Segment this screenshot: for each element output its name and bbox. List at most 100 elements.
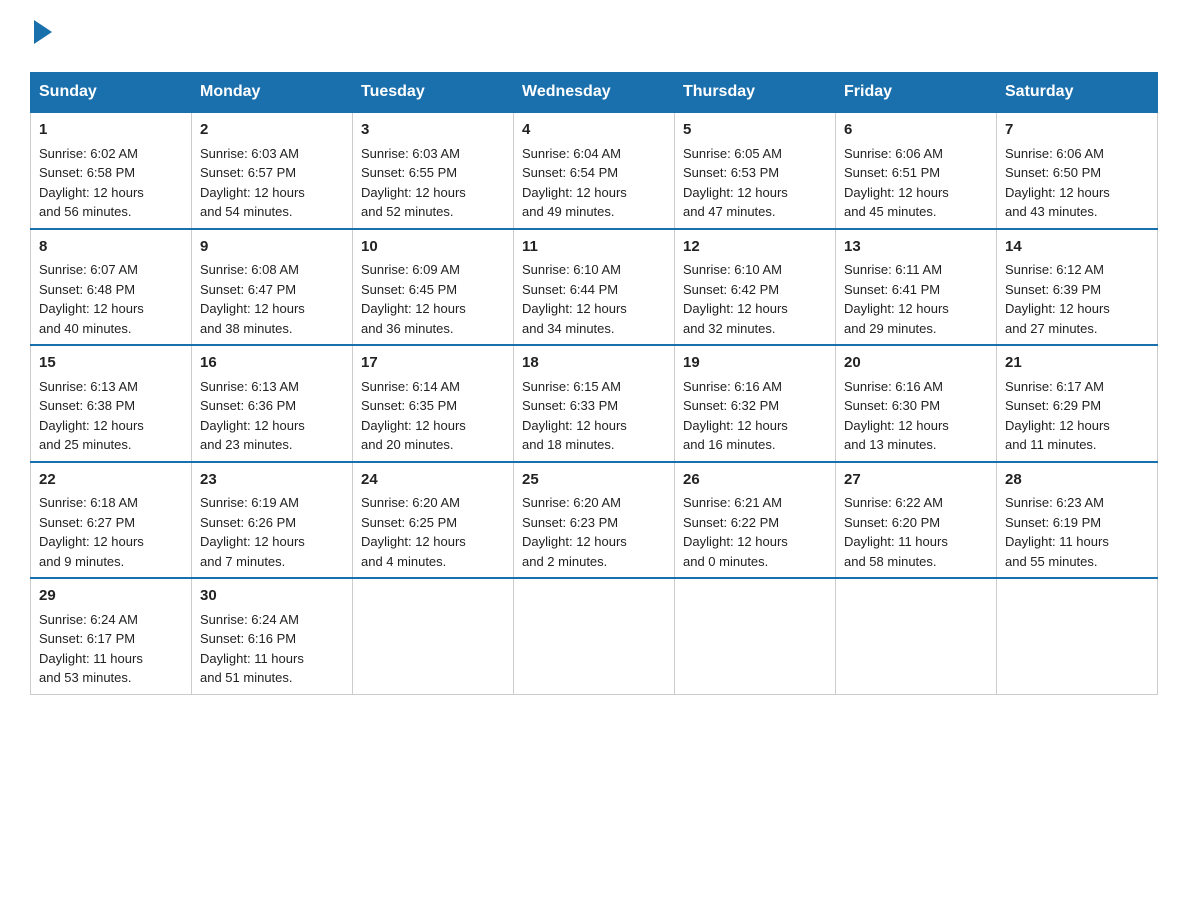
day-number: 25	[522, 469, 666, 492]
cell-sunrise: Sunrise: 6:19 AM	[200, 495, 299, 510]
cell-daylight: Daylight: 12 hoursand 36 minutes.	[361, 301, 466, 336]
cell-sunset: Sunset: 6:58 PM	[39, 165, 135, 180]
weekday-header-monday: Monday	[192, 73, 353, 113]
cell-sunset: Sunset: 6:32 PM	[683, 398, 779, 413]
calendar-cell: 15 Sunrise: 6:13 AM Sunset: 6:38 PM Dayl…	[31, 345, 192, 462]
calendar-cell: 13 Sunrise: 6:11 AM Sunset: 6:41 PM Dayl…	[836, 229, 997, 346]
calendar-week-5: 29 Sunrise: 6:24 AM Sunset: 6:17 PM Dayl…	[31, 578, 1158, 694]
calendar-cell: 20 Sunrise: 6:16 AM Sunset: 6:30 PM Dayl…	[836, 345, 997, 462]
cell-daylight: Daylight: 12 hoursand 2 minutes.	[522, 534, 627, 569]
calendar-cell	[353, 578, 514, 694]
cell-sunrise: Sunrise: 6:15 AM	[522, 379, 621, 394]
day-number: 27	[844, 469, 988, 492]
page-header	[30, 20, 1158, 52]
calendar-cell: 2 Sunrise: 6:03 AM Sunset: 6:57 PM Dayli…	[192, 112, 353, 229]
day-number: 20	[844, 352, 988, 375]
day-number: 11	[522, 236, 666, 259]
calendar-week-1: 1 Sunrise: 6:02 AM Sunset: 6:58 PM Dayli…	[31, 112, 1158, 229]
cell-sunrise: Sunrise: 6:14 AM	[361, 379, 460, 394]
cell-sunset: Sunset: 6:19 PM	[1005, 515, 1101, 530]
cell-sunset: Sunset: 6:51 PM	[844, 165, 940, 180]
cell-daylight: Daylight: 11 hoursand 55 minutes.	[1005, 534, 1109, 569]
cell-sunrise: Sunrise: 6:06 AM	[844, 146, 943, 161]
calendar-cell	[997, 578, 1158, 694]
cell-sunrise: Sunrise: 6:12 AM	[1005, 262, 1104, 277]
cell-sunset: Sunset: 6:41 PM	[844, 282, 940, 297]
day-number: 21	[1005, 352, 1149, 375]
cell-sunrise: Sunrise: 6:04 AM	[522, 146, 621, 161]
calendar-cell: 25 Sunrise: 6:20 AM Sunset: 6:23 PM Dayl…	[514, 462, 675, 579]
cell-sunset: Sunset: 6:35 PM	[361, 398, 457, 413]
cell-daylight: Daylight: 12 hoursand 54 minutes.	[200, 185, 305, 220]
calendar-cell: 4 Sunrise: 6:04 AM Sunset: 6:54 PM Dayli…	[514, 112, 675, 229]
cell-daylight: Daylight: 12 hoursand 13 minutes.	[844, 418, 949, 453]
day-number: 14	[1005, 236, 1149, 259]
cell-sunset: Sunset: 6:26 PM	[200, 515, 296, 530]
day-number: 23	[200, 469, 344, 492]
cell-sunset: Sunset: 6:54 PM	[522, 165, 618, 180]
cell-sunset: Sunset: 6:38 PM	[39, 398, 135, 413]
calendar-cell: 3 Sunrise: 6:03 AM Sunset: 6:55 PM Dayli…	[353, 112, 514, 229]
cell-sunrise: Sunrise: 6:02 AM	[39, 146, 138, 161]
logo-arrow-icon	[34, 20, 52, 44]
cell-daylight: Daylight: 12 hoursand 43 minutes.	[1005, 185, 1110, 220]
cell-daylight: Daylight: 12 hoursand 47 minutes.	[683, 185, 788, 220]
cell-sunset: Sunset: 6:22 PM	[683, 515, 779, 530]
cell-sunrise: Sunrise: 6:10 AM	[522, 262, 621, 277]
cell-sunrise: Sunrise: 6:10 AM	[683, 262, 782, 277]
logo	[30, 20, 52, 52]
cell-daylight: Daylight: 12 hoursand 45 minutes.	[844, 185, 949, 220]
day-number: 4	[522, 119, 666, 142]
cell-daylight: Daylight: 12 hoursand 23 minutes.	[200, 418, 305, 453]
cell-daylight: Daylight: 12 hoursand 16 minutes.	[683, 418, 788, 453]
calendar-cell: 17 Sunrise: 6:14 AM Sunset: 6:35 PM Dayl…	[353, 345, 514, 462]
day-number: 10	[361, 236, 505, 259]
cell-sunset: Sunset: 6:17 PM	[39, 631, 135, 646]
cell-sunset: Sunset: 6:53 PM	[683, 165, 779, 180]
cell-sunset: Sunset: 6:48 PM	[39, 282, 135, 297]
calendar-cell	[836, 578, 997, 694]
weekday-header-sunday: Sunday	[31, 73, 192, 113]
cell-daylight: Daylight: 12 hoursand 11 minutes.	[1005, 418, 1110, 453]
cell-sunrise: Sunrise: 6:22 AM	[844, 495, 943, 510]
cell-daylight: Daylight: 12 hoursand 29 minutes.	[844, 301, 949, 336]
calendar-cell: 24 Sunrise: 6:20 AM Sunset: 6:25 PM Dayl…	[353, 462, 514, 579]
cell-daylight: Daylight: 12 hoursand 38 minutes.	[200, 301, 305, 336]
cell-sunrise: Sunrise: 6:06 AM	[1005, 146, 1104, 161]
cell-sunset: Sunset: 6:27 PM	[39, 515, 135, 530]
calendar-cell: 6 Sunrise: 6:06 AM Sunset: 6:51 PM Dayli…	[836, 112, 997, 229]
calendar-cell: 11 Sunrise: 6:10 AM Sunset: 6:44 PM Dayl…	[514, 229, 675, 346]
weekday-header-tuesday: Tuesday	[353, 73, 514, 113]
cell-daylight: Daylight: 12 hoursand 20 minutes.	[361, 418, 466, 453]
day-number: 29	[39, 585, 183, 608]
cell-sunrise: Sunrise: 6:11 AM	[844, 262, 942, 277]
day-number: 15	[39, 352, 183, 375]
day-number: 12	[683, 236, 827, 259]
calendar-cell: 27 Sunrise: 6:22 AM Sunset: 6:20 PM Dayl…	[836, 462, 997, 579]
calendar-week-4: 22 Sunrise: 6:18 AM Sunset: 6:27 PM Dayl…	[31, 462, 1158, 579]
calendar-cell: 10 Sunrise: 6:09 AM Sunset: 6:45 PM Dayl…	[353, 229, 514, 346]
cell-daylight: Daylight: 12 hoursand 40 minutes.	[39, 301, 144, 336]
day-number: 26	[683, 469, 827, 492]
day-number: 18	[522, 352, 666, 375]
calendar-cell: 29 Sunrise: 6:24 AM Sunset: 6:17 PM Dayl…	[31, 578, 192, 694]
cell-daylight: Daylight: 12 hoursand 25 minutes.	[39, 418, 144, 453]
cell-sunrise: Sunrise: 6:07 AM	[39, 262, 138, 277]
day-number: 2	[200, 119, 344, 142]
day-number: 8	[39, 236, 183, 259]
day-number: 9	[200, 236, 344, 259]
cell-sunset: Sunset: 6:23 PM	[522, 515, 618, 530]
weekday-header-thursday: Thursday	[675, 73, 836, 113]
cell-sunrise: Sunrise: 6:17 AM	[1005, 379, 1104, 394]
cell-sunset: Sunset: 6:50 PM	[1005, 165, 1101, 180]
day-number: 1	[39, 119, 183, 142]
cell-daylight: Daylight: 12 hoursand 27 minutes.	[1005, 301, 1110, 336]
calendar-cell: 26 Sunrise: 6:21 AM Sunset: 6:22 PM Dayl…	[675, 462, 836, 579]
cell-sunrise: Sunrise: 6:16 AM	[683, 379, 782, 394]
cell-sunrise: Sunrise: 6:03 AM	[361, 146, 460, 161]
day-number: 5	[683, 119, 827, 142]
calendar-cell	[514, 578, 675, 694]
cell-sunset: Sunset: 6:55 PM	[361, 165, 457, 180]
cell-sunrise: Sunrise: 6:24 AM	[39, 612, 138, 627]
cell-daylight: Daylight: 11 hoursand 51 minutes.	[200, 651, 304, 686]
